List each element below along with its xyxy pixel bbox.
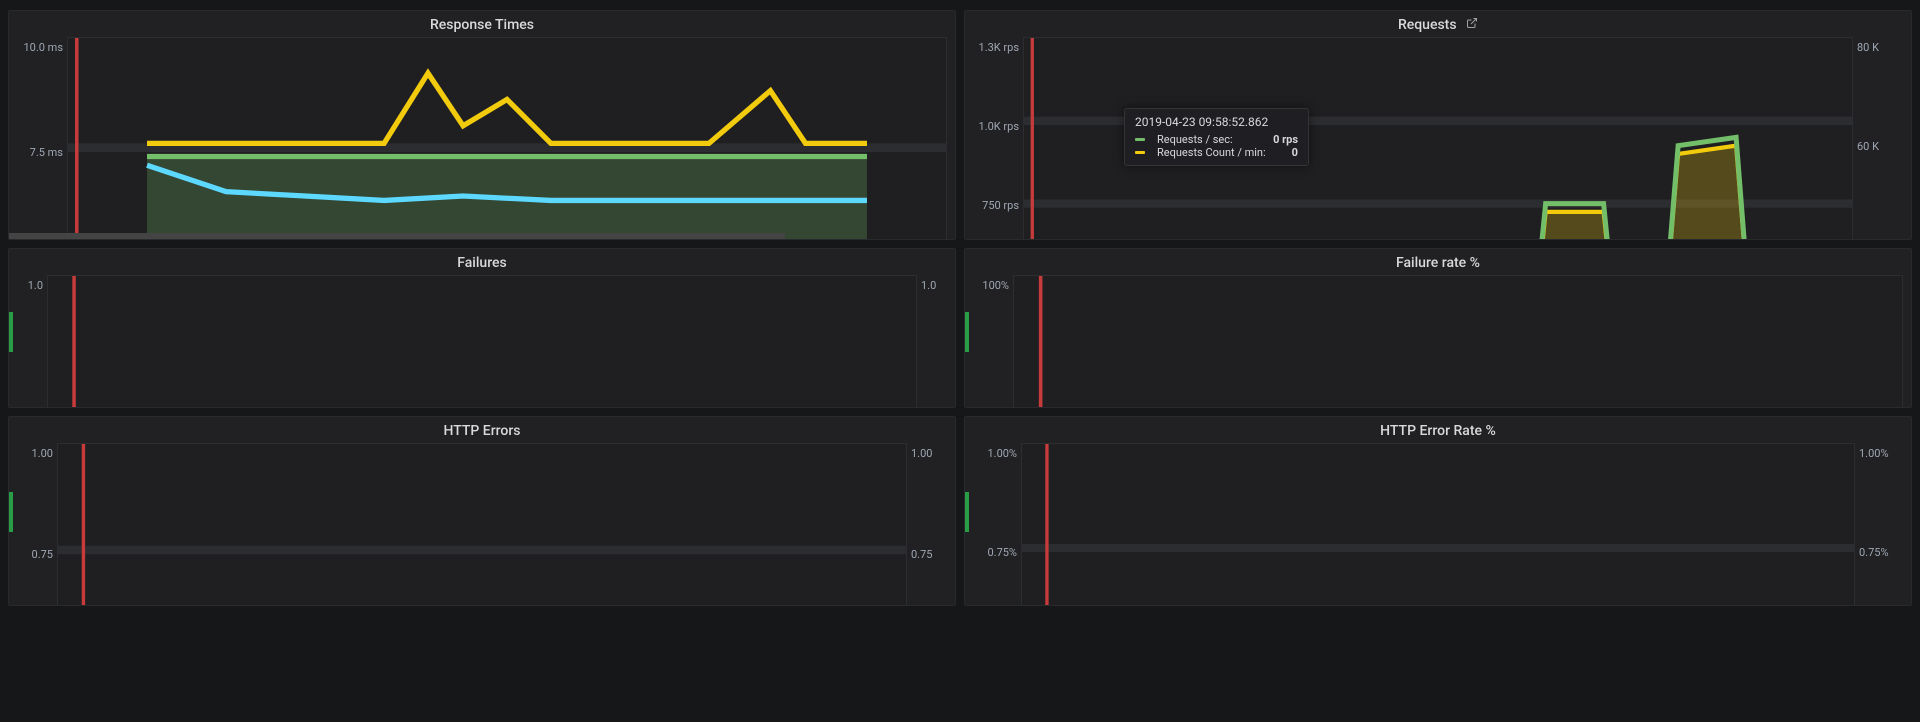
y-axis-right: 1.00.50 [917,275,947,408]
panel-title: Requests [965,11,1911,37]
panel-title: Failures [9,249,955,275]
tick: 0.75 [911,548,943,561]
title-text: Requests [1398,17,1457,33]
tick: 1.0 [921,279,943,292]
tick: 1.0 [21,279,43,292]
panel-title: Failure rate % [965,249,1911,275]
tick: 0.75% [1859,546,1899,559]
external-link-icon[interactable] [1466,17,1478,33]
tooltip-value: 0 [1272,146,1298,159]
chart-canvas[interactable] [1021,443,1855,606]
y-axis-right: 80 K60 K40 K20 K0 [1853,37,1903,240]
tooltip-row: Requests / sec: 0 rps [1135,133,1298,146]
tick: 750 rps [977,199,1019,212]
y-axis-left: 1.00 [17,275,47,408]
panel-failures[interactable]: Failures avg / s 1.00 1.00.50 total / m … [8,248,956,408]
tick: 1.00% [1859,447,1899,460]
tooltip-label: Requests Count / min: [1157,146,1266,159]
y-axis-left: 100%50%0% [973,275,1013,408]
tick: 40 K [1857,239,1899,241]
tick: 10.0 ms [21,41,63,54]
panel-title: HTTP Error Rate % [965,417,1911,443]
plot-area[interactable]: 4xx 1.00%0.75%0.50%0.25%0% 1.00%0.75%0.5… [965,443,1911,606]
tick: 1.00% [977,447,1017,460]
y-axis-left: 1.000.750.500.250 [17,443,57,606]
dashboard-grid: Response Times 10.0 ms7.5 ms5.0 ms2.5 ms… [0,10,1920,606]
panel-requests[interactable]: Requests 1.3K rps1.0K rps750 rps500 rps2… [964,10,1912,240]
tick: 7.5 ms [21,146,63,159]
y-axis-left: 10.0 ms7.5 ms5.0 ms2.5 ms0 ms [17,37,67,240]
tick: 1.3K rps [977,41,1019,54]
tooltip-row: Requests Count / min: 0 [1135,146,1298,159]
tick: 0.75% [977,546,1017,559]
tooltip-swatch [1135,138,1145,141]
scrollbar[interactable] [9,233,785,239]
tick: 1.0K rps [977,120,1019,133]
panel-http-errors[interactable]: HTTP Errors 4xx 1.000.750.500.250 1.000.… [8,416,956,606]
plot-area[interactable]: 1.3K rps1.0K rps750 rps500 rps250 rps0 r… [965,37,1911,240]
chart-tooltip: 2019-04-23 09:58:52.862 Requests / sec: … [1124,108,1309,166]
tick: 80 K [1857,41,1899,54]
panel-title: HTTP Errors [9,417,955,443]
y-axis-right: 1.00%0.75%0.50%0.25%0% [1855,443,1903,606]
panel-title: Response Times [9,11,955,37]
panel-response-times[interactable]: Response Times 10.0 ms7.5 ms5.0 ms2.5 ms… [8,10,956,240]
chart-canvas[interactable] [57,443,907,606]
tooltip-value: 0 rps [1253,133,1298,146]
chart-canvas[interactable] [47,275,917,408]
tick: 60 K [1857,140,1899,153]
tooltip-time: 2019-04-23 09:58:52.862 [1135,115,1298,129]
tick: 1.00 [911,447,943,460]
y-axis-left: 1.00%0.75%0.50%0.25%0% [973,443,1021,606]
plot-area[interactable]: 4xx 1.000.750.500.250 1.000.750.500.250 … [9,443,955,606]
panel-failure-rate[interactable]: Failure rate % 100%50%0% 10:0010:0510:10… [964,248,1912,408]
tick: 1.00 [21,447,53,460]
tick: 0.75 [21,548,53,561]
plot-area[interactable]: 10.0 ms7.5 ms5.0 ms2.5 ms0 ms [9,37,955,240]
tooltip-label: Requests / sec: [1157,133,1233,146]
chart-canvas[interactable] [67,37,947,240]
panel-http-error-rate[interactable]: HTTP Error Rate % 4xx 1.00%0.75%0.50%0.2… [964,416,1912,606]
tooltip-rows: Requests / sec: 0 rps Requests Count / m… [1135,133,1298,159]
chart-canvas[interactable]: 2019-04-23 09:58:52.862 Requests / sec: … [1023,37,1853,240]
plot-area[interactable]: 100%50%0% [965,275,1911,408]
chart-canvas[interactable] [1013,275,1903,408]
plot-area[interactable]: avg / s 1.00 1.00.50 total / m [9,275,955,408]
tick: 100% [977,279,1009,292]
y-axis-right: 1.000.750.500.250 [907,443,947,606]
tooltip-swatch [1135,151,1145,154]
y-axis-left: 1.3K rps1.0K rps750 rps500 rps250 rps0 r… [973,37,1023,240]
